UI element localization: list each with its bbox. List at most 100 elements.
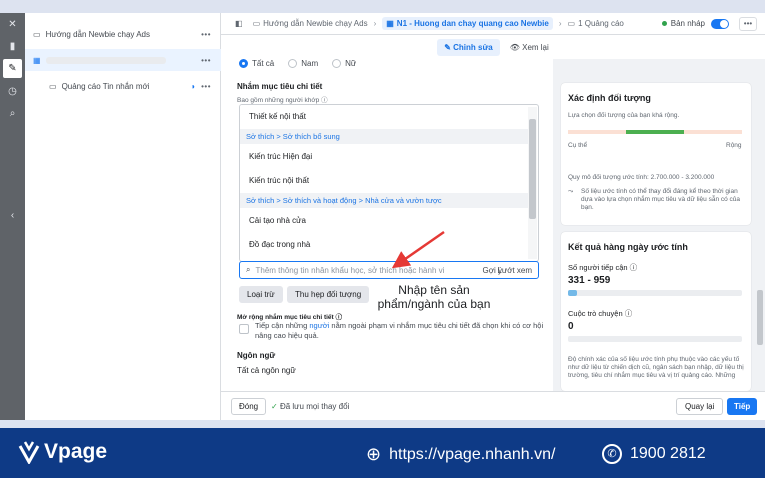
adset-name-redacted bbox=[45, 56, 166, 64]
list-item[interactable]: Kiến trúc Hiện đại bbox=[240, 145, 528, 167]
vpage-logo: Vpage bbox=[18, 440, 107, 464]
gender-female[interactable]: Nữ bbox=[332, 59, 357, 69]
conv-label-text: Cuộc trò chuyện bbox=[568, 309, 623, 318]
crumb-adset[interactable]: ▦ N1 - Huong dan chay quang cao Newbie bbox=[382, 17, 553, 30]
ad-icon: ▭ bbox=[49, 81, 57, 91]
results-title: Kết quả hàng ngày ước tính bbox=[568, 242, 688, 252]
browse-link[interactable]: Lướt xem bbox=[497, 266, 532, 275]
collapse-icon[interactable]: ‹ bbox=[0, 204, 25, 226]
tree-adset[interactable]: ▦ ••• bbox=[25, 49, 221, 71]
audience-desc: Lựa chọn đối tượng của bạn khá rộng. bbox=[568, 112, 680, 119]
list-item-label: Cải tạo nhà cửa bbox=[249, 215, 306, 225]
expand-text-part1: Tiếp cận những bbox=[255, 321, 310, 330]
gender-all[interactable]: Tất cả bbox=[239, 59, 275, 69]
reach-bar-fill bbox=[568, 290, 577, 296]
narrow-audience-button[interactable]: Thu hẹp đối tượng bbox=[287, 286, 370, 303]
list-group-label: Sở thích > Sở thích và hoạt động > Nhà c… bbox=[246, 196, 442, 205]
conv-label: Cuộc trò chuyện ⓘ bbox=[568, 308, 632, 319]
preview-mode-button[interactable]: 👁 Xem lại bbox=[510, 43, 549, 52]
search-icon[interactable]: ⌕ bbox=[0, 102, 25, 124]
audience-meter bbox=[568, 130, 742, 134]
annotation-text: Nhập tên sản phẩm/ngành của bạn bbox=[377, 283, 491, 311]
back-button[interactable]: Quay lại bbox=[676, 398, 724, 415]
phone-icon: ✆ bbox=[602, 444, 622, 464]
more-icon[interactable]: ••• bbox=[201, 56, 211, 65]
list-scroll-thumb[interactable] bbox=[529, 119, 536, 219]
list-item-label: Kiến trúc Hiện đại bbox=[249, 151, 313, 161]
list-item[interactable]: Thiết kế nội thất bbox=[240, 105, 528, 127]
edit-mode-button[interactable]: ✎ Chỉnh sửa bbox=[437, 38, 500, 56]
info-icon: ⓘ bbox=[321, 97, 328, 104]
check-icon: ✓ bbox=[271, 402, 278, 411]
targeting-search-input[interactable]: ⌕ Thêm thông tin nhân khẩu học, sở thích… bbox=[239, 261, 539, 279]
list-item[interactable]: Kiến trúc nội thất bbox=[240, 169, 528, 191]
reach-bar bbox=[568, 290, 742, 296]
info-icon: ⓘ bbox=[335, 314, 343, 321]
publish-toggle[interactable] bbox=[711, 18, 729, 29]
footer-banner: Vpage ⊕ https://vpage.nhanh.vn/ ✆ 1900 2… bbox=[0, 428, 765, 478]
audience-note: Số liệu ước tính có thể thay đổi đáng kể… bbox=[581, 188, 741, 211]
reach-value: 331 - 959 bbox=[568, 275, 611, 286]
crumb-campaign[interactable]: ▭ Hướng dẫn Newbie chạy Ads bbox=[253, 19, 368, 28]
close-button[interactable]: Đóng bbox=[231, 398, 267, 415]
tree-campaign[interactable]: ▭ Hướng dẫn Newbie chạy Ads ••• bbox=[25, 23, 221, 45]
draft-status: Bản nháp bbox=[661, 19, 705, 28]
website-url: https://vpage.nhanh.vn/ bbox=[389, 445, 556, 463]
edit-mode-label: Chỉnh sửa bbox=[453, 42, 493, 52]
list-item-label: Thiết kế nội thất bbox=[249, 111, 306, 121]
language-value[interactable]: Tất cả ngôn ngữ bbox=[237, 366, 296, 375]
grid-icon: ▦ bbox=[33, 55, 41, 65]
list-group-header: Sở thích > Sở thích và hoạt động > Nhà c… bbox=[240, 193, 528, 208]
gender-all-label: Tất cả bbox=[252, 59, 275, 68]
list-group-label: Sở thích > Sở thích bổ sung bbox=[246, 132, 340, 141]
search-icon: ⌕ bbox=[246, 265, 251, 274]
mode-bar: ✎ Chỉnh sửa 👁 Xem lại bbox=[221, 35, 765, 59]
exclude-button[interactable]: Loại trừ bbox=[239, 286, 283, 303]
expand-checkbox[interactable] bbox=[239, 324, 249, 334]
more-button[interactable]: ••• bbox=[739, 16, 757, 31]
crumb-adset-label: N1 - Huong dan chay quang cao Newbie bbox=[396, 19, 549, 28]
footer-phone[interactable]: ✆ 1900 2812 bbox=[602, 444, 706, 464]
targeting-list: Thiết kế nội thất Sở thích > Sở thích bổ… bbox=[239, 104, 539, 262]
status-dot bbox=[661, 21, 667, 26]
conv-bar bbox=[568, 336, 742, 342]
gender-male[interactable]: Nam bbox=[288, 59, 318, 69]
conv-value: 0 bbox=[568, 321, 574, 332]
results-card: Kết quả hàng ngày ước tính Số người tiếp… bbox=[561, 232, 751, 391]
chart-icon[interactable]: ▮ bbox=[0, 35, 25, 57]
more-icon[interactable]: ••• bbox=[201, 82, 211, 91]
close-icon[interactable]: ✕ bbox=[0, 13, 25, 35]
top-strip bbox=[0, 0, 765, 13]
crumb-campaign-label: Hướng dẫn Newbie chạy Ads bbox=[263, 19, 368, 28]
left-rail: ✕ ▮ ✎ ◷ ⌕ ‹ bbox=[0, 13, 25, 420]
audience-card: Xác định đối tượng Lựa chọn đối tượng củ… bbox=[561, 83, 751, 225]
footer-website[interactable]: ⊕ https://vpage.nhanh.vn/ bbox=[366, 444, 555, 465]
gender-female-label: Nữ bbox=[345, 59, 357, 68]
radio-on bbox=[239, 59, 248, 69]
audience-title: Xác định đối tượng bbox=[568, 93, 651, 103]
sidebar-toggle-icon[interactable]: ◧ bbox=[235, 19, 243, 28]
tree-ad[interactable]: ▭ Quảng cáo Tin nhắn mới ◑ ••• bbox=[25, 75, 221, 97]
expand-people-link[interactable]: người bbox=[309, 321, 329, 330]
estimate-icon: ⤳ bbox=[568, 188, 574, 195]
tree-ad-label: Quảng cáo Tin nhắn mới bbox=[61, 81, 150, 91]
list-item[interactable]: Đồ đạc trong nhà bbox=[240, 233, 528, 255]
list-item[interactable]: Cải tạo nhà cửa bbox=[240, 209, 528, 231]
expand-title-text: Mở rộng nhắm mục tiêu chi tiết bbox=[237, 314, 334, 321]
clock-icon[interactable]: ◷ bbox=[0, 80, 25, 102]
saved-status: ✓ Đã lưu mọi thay đổi bbox=[271, 402, 349, 411]
audience-size: Quy mô đối tượng ước tính: 2.700.000 - 3… bbox=[568, 174, 715, 181]
meter-good bbox=[626, 130, 684, 134]
radio-off bbox=[288, 59, 298, 69]
header-breadcrumb: ◧ ▭ Hướng dẫn Newbie chạy Ads › ▦ N1 - H… bbox=[221, 13, 765, 35]
reach-label-text: Số người tiếp cận bbox=[568, 263, 628, 272]
sidebar-scrollbar[interactable] bbox=[757, 290, 763, 345]
expand-title: Mở rộng nhắm mục tiêu chi tiết ⓘ bbox=[237, 311, 342, 321]
list-item-label: Kiến trúc nội thất bbox=[249, 175, 310, 185]
next-button[interactable]: Tiếp bbox=[727, 398, 758, 415]
crumb-ads[interactable]: ▭ 1 Quảng cáo bbox=[568, 19, 624, 28]
edit-icon[interactable]: ✎ bbox=[3, 59, 22, 78]
more-icon[interactable]: ••• bbox=[201, 30, 211, 39]
gender-options: Tất cả Nam Nữ bbox=[239, 59, 357, 69]
phone-number: 1900 2812 bbox=[630, 445, 706, 462]
